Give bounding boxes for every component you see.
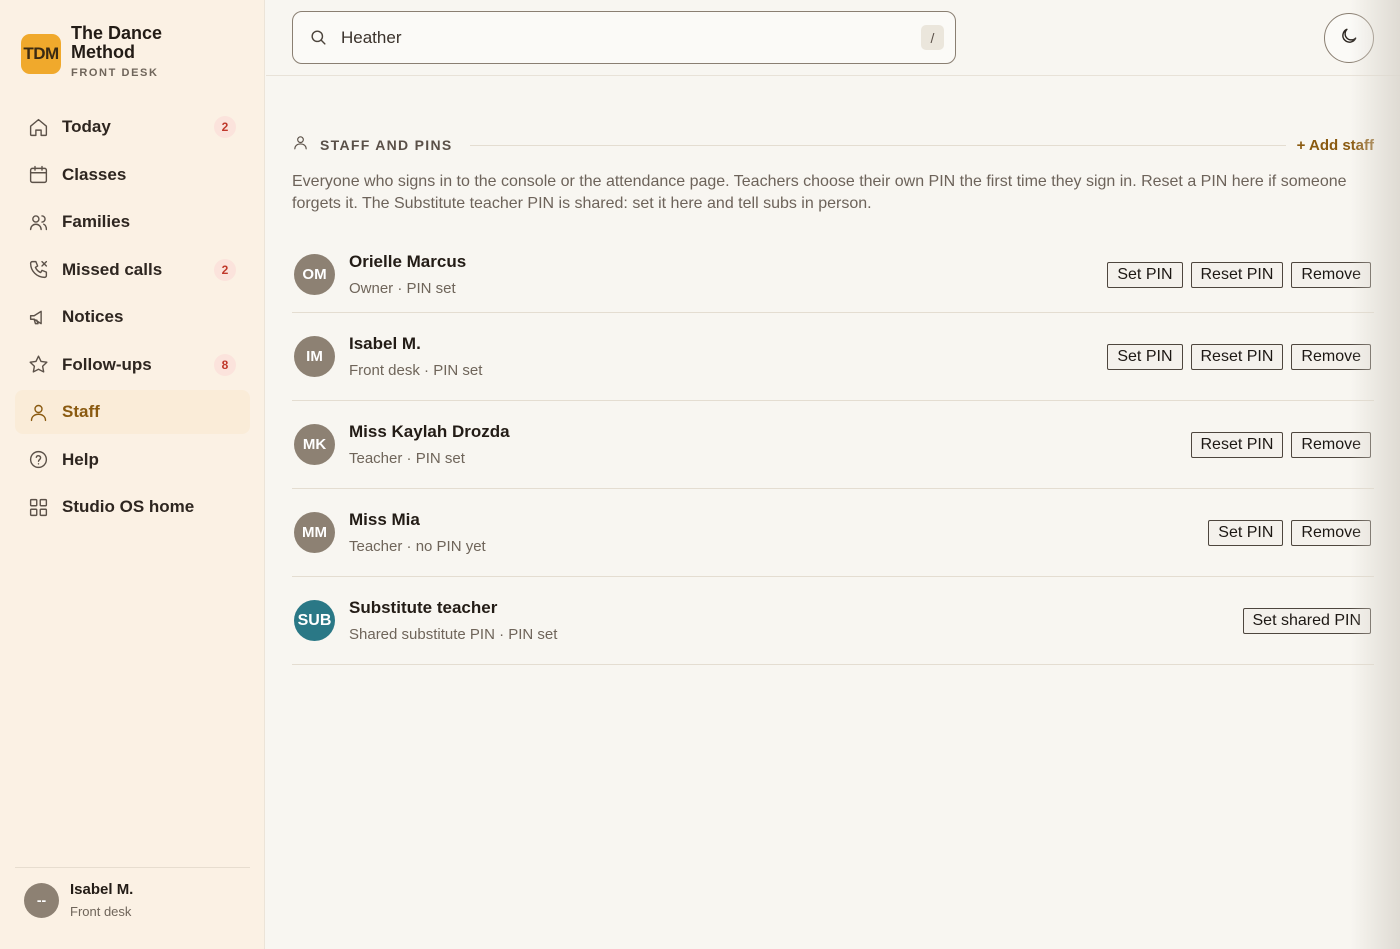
- set-shared-pin-button[interactable]: Set shared PIN: [1242, 607, 1371, 634]
- brand: TDM The Dance Method FRONT DESK: [21, 24, 201, 79]
- sidebar-item-classes[interactable]: Classes: [15, 153, 250, 197]
- grid-icon: [27, 496, 49, 518]
- avatar: IM: [294, 336, 335, 377]
- brand-subtitle: FRONT DESK: [71, 67, 159, 79]
- set-pin-button[interactable]: Set PIN: [1208, 519, 1284, 546]
- star-icon: [27, 354, 49, 376]
- sidebar-item-label: Families: [62, 212, 131, 231]
- sidebar-item-label: Help: [62, 449, 99, 469]
- staff-name: Isabel M.: [349, 334, 421, 353]
- add-staff-button[interactable]: + Add staff: [1297, 137, 1374, 154]
- staff-section: STAFF AND PINS + Add staff Everyone who …: [292, 130, 1374, 665]
- users-icon: [27, 211, 49, 233]
- staff-name: Miss Mia: [349, 510, 420, 529]
- help-icon: [27, 449, 49, 471]
- brand-logo: TDM: [21, 34, 61, 74]
- sidebar-item-label: Classes: [62, 164, 127, 184]
- staff-name: Orielle Marcus: [349, 252, 467, 271]
- brand-name: The Dance Method: [71, 23, 163, 62]
- sidebar-item-studio-os-home[interactable]: Studio OS home: [15, 485, 250, 529]
- avatar: MM: [294, 512, 335, 553]
- avatar: SUB: [294, 600, 335, 641]
- staff-list: OM Orielle Marcus Owner · PIN set Set PI…: [292, 237, 1374, 665]
- sidebar-item-label: Follow-ups: [62, 354, 152, 374]
- current-user[interactable]: -- Isabel M. Front desk: [24, 881, 133, 919]
- user-role: Front desk: [70, 904, 132, 919]
- sidebar: TDM The Dance Method FRONT DESK Today 2 …: [0, 0, 265, 949]
- staff-name: Miss Kaylah Drozda: [349, 422, 510, 441]
- search-icon: [309, 28, 329, 48]
- top-bar: /: [266, 0, 1400, 76]
- reset-pin-button[interactable]: Reset PIN: [1190, 431, 1284, 458]
- count-badge: 2: [214, 116, 236, 138]
- staff-row: MM Miss Mia Teacher · no PIN yet Set PIN…: [292, 489, 1374, 577]
- remove-button[interactable]: Remove: [1291, 519, 1371, 546]
- remove-button[interactable]: Remove: [1291, 343, 1371, 370]
- divider: [15, 867, 250, 868]
- staff-row: IM Isabel M. Front desk · PIN set Set PI…: [292, 313, 1374, 401]
- moon-icon: [1339, 26, 1359, 51]
- avatar: --: [24, 882, 59, 918]
- sidebar-item-families[interactable]: Families: [15, 200, 250, 244]
- sidebar-item-help[interactable]: Help: [15, 438, 250, 482]
- staff-meta: Shared substitute PIN · PIN set: [349, 626, 558, 643]
- staff-meta: Teacher · no PIN yet: [349, 538, 486, 555]
- staff-row: SUB Substitute teacher Shared substitute…: [292, 577, 1374, 665]
- staff-meta: Front desk · PIN set: [349, 362, 483, 379]
- staff-row: MK Miss Kaylah Drozda Teacher · PIN set …: [292, 401, 1374, 489]
- section-title: STAFF AND PINS: [320, 137, 453, 153]
- person-icon: [292, 134, 309, 156]
- person-icon: [27, 401, 49, 423]
- avatar: MK: [294, 424, 335, 465]
- section-description: Everyone who signs in to the console or …: [292, 173, 1347, 212]
- sidebar-item-today[interactable]: Today 2: [15, 105, 250, 149]
- search-input[interactable]: [341, 27, 921, 48]
- user-name: Isabel M.: [70, 881, 134, 898]
- shortcut-hint: /: [921, 25, 944, 50]
- search-box[interactable]: /: [292, 11, 956, 64]
- sidebar-item-label: Missed calls: [62, 259, 163, 279]
- sidebar-item-staff[interactable]: Staff: [15, 390, 250, 434]
- count-badge: 2: [214, 258, 236, 281]
- avatar: OM: [294, 254, 335, 295]
- home-icon: [27, 116, 49, 138]
- staff-meta: Owner · PIN set: [349, 280, 456, 297]
- set-pin-button[interactable]: Set PIN: [1107, 343, 1183, 370]
- sidebar-item-missed-calls[interactable]: Missed calls 2: [15, 248, 250, 292]
- sidebar-nav: Today 2 Classes Families Missed calls 2 …: [15, 105, 250, 533]
- reset-pin-button[interactable]: Reset PIN: [1190, 261, 1284, 288]
- remove-button[interactable]: Remove: [1291, 261, 1371, 288]
- sidebar-item-notices[interactable]: Notices: [15, 295, 250, 339]
- reset-pin-button[interactable]: Reset PIN: [1190, 343, 1284, 370]
- set-pin-button[interactable]: Set PIN: [1107, 261, 1183, 288]
- section-header: STAFF AND PINS + Add staff: [292, 130, 1374, 160]
- remove-button[interactable]: Remove: [1291, 431, 1371, 458]
- phone-missed-icon: [27, 259, 49, 281]
- sidebar-item-label: Staff: [62, 402, 100, 421]
- staff-name: Substitute teacher: [349, 598, 498, 617]
- staff-meta: Teacher · PIN set: [349, 450, 465, 467]
- count-badge: 8: [214, 353, 236, 376]
- sidebar-item-label: Notices: [62, 307, 124, 326]
- sidebar-item-label: Studio OS home: [62, 497, 195, 516]
- calendar-icon: [27, 164, 49, 186]
- sidebar-item-follow-ups[interactable]: Follow-ups 8: [15, 343, 250, 387]
- divider: [469, 144, 1286, 146]
- staff-row: OM Orielle Marcus Owner · PIN set Set PI…: [292, 237, 1374, 313]
- sidebar-item-label: Today: [62, 117, 111, 136]
- megaphone-icon: [27, 306, 49, 328]
- theme-toggle-button[interactable]: [1324, 13, 1374, 63]
